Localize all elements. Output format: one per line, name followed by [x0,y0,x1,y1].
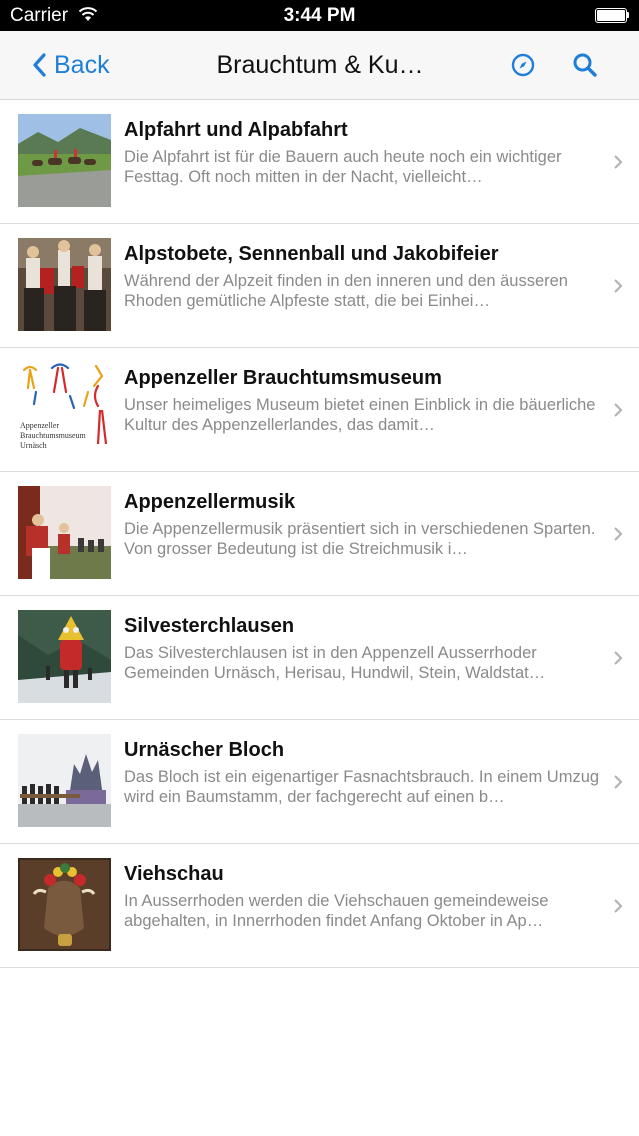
svg-text:Brauchtumsmuseum: Brauchtumsmuseum [20,431,87,440]
item-title: Urnäscher Bloch [124,739,285,761]
chevron-left-icon [33,53,46,77]
chevron-right-icon [614,775,623,789]
item-description: Die Appenzellermusik präsentiert sich in… [124,520,596,558]
alpfahrt-photo [18,114,111,207]
list-item[interactable]: Urnäscher Bloch Das Bloch ist ein eigena… [0,720,639,844]
chevron-right-icon [614,279,623,293]
chevron-right-icon [614,651,623,665]
item-description: Während der Alpzeit finden in den innere… [124,272,568,310]
page-title: Brauchtum & Ku… [216,51,424,79]
status-bar: Carrier 3:44 PM [0,0,639,31]
battery-icon [595,8,629,23]
viehschau-photo [18,858,111,951]
compass-icon[interactable] [511,53,535,77]
item-description: Die Alpfahrt ist für die Bauern auch heu… [124,148,562,186]
navigation-bar: Back Brauchtum & Ku… [0,31,639,100]
chevron-right-icon [614,155,623,169]
item-title: Appenzeller Brauchtumsmuseum [124,367,442,389]
back-label: Back [54,50,110,79]
bloch-photo [18,734,111,827]
chevron-right-icon [614,899,623,913]
museum-logo: Appenzeller Brauchtumsmuseum Urnäsch [18,362,111,455]
search-icon[interactable] [572,52,598,78]
svg-text:Appenzeller: Appenzeller [20,421,59,430]
list-item[interactable]: Alpfahrt und Alpabfahrt Die Alpfahrt ist… [0,100,639,224]
item-description: Das Bloch ist ein eigenartiger Fasnachts… [124,768,600,806]
chevron-right-icon [614,403,623,417]
list-item[interactable]: Appenzellermusik Die Appenzellermusik pr… [0,472,639,596]
silvesterchlausen-photo [18,610,111,703]
item-title: Appenzellermusik [124,491,296,513]
list-item[interactable]: Silvesterchlausen Das Silvesterchlausen … [0,596,639,720]
item-description: Unser heimeliges Museum bietet einen Ein… [124,396,596,434]
clock: 3:44 PM [283,5,356,26]
item-title: Viehschau [124,863,224,885]
back-button[interactable]: Back [30,49,110,81]
list-item[interactable]: Viehschau In Ausserrhoden werden die Vie… [0,844,639,968]
chevron-right-icon [614,527,623,541]
list-item[interactable]: Alpstobete, Sennenball und Jakobifeier W… [0,224,639,348]
item-description: Das Silvesterchlausen ist in den Appenze… [124,644,546,682]
svg-text:Urnäsch: Urnäsch [20,441,47,450]
item-title: Alpfahrt und Alpabfahrt [124,119,348,141]
list-item[interactable]: Appenzeller Brauchtumsmuseum Urnäsch App… [0,348,639,472]
item-title: Alpstobete, Sennenball und Jakobifeier [124,243,499,265]
item-title: Silvesterchlausen [124,615,295,637]
appenzellermusik-photo [18,486,111,579]
item-description: In Ausserrhoden werden die Viehschauen g… [124,892,549,930]
alpstobete-photo [18,238,111,331]
topic-list: Alpfahrt und Alpabfahrt Die Alpfahrt ist… [0,100,639,968]
